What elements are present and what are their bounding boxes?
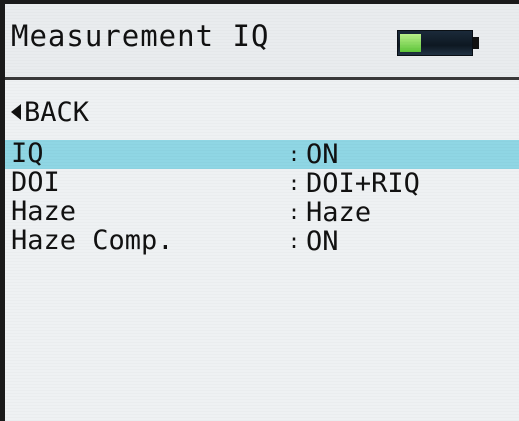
menu-item-haze[interactable]: Haze : Haze: [5, 196, 519, 228]
separator-colon: :: [288, 200, 301, 224]
separator-colon: :: [288, 229, 301, 253]
back-label: BACK: [24, 97, 90, 128]
menu-item-label: DOI: [11, 167, 60, 198]
battery-level-fill: [400, 34, 421, 52]
battery-tip: [473, 37, 479, 49]
menu-item-value: : ON: [288, 226, 339, 257]
separator-colon: :: [288, 142, 301, 166]
device-screen: Measurement IQ BACK IQ : ON DOI : DOI+RIQ …: [5, 4, 519, 421]
menu-item-iq[interactable]: IQ : ON: [5, 138, 519, 170]
menu-item-value-text: ON: [306, 139, 339, 170]
header-bar: Measurement IQ: [5, 4, 519, 80]
menu-item-label: Haze Comp.: [11, 225, 174, 256]
menu-item-label: Haze: [11, 196, 77, 227]
menu-item-value-text: DOI+RIQ: [306, 168, 420, 199]
menu-item-label: IQ: [11, 138, 44, 169]
menu-item-doi[interactable]: DOI : DOI+RIQ: [5, 167, 519, 199]
battery-body: [397, 30, 473, 56]
menu-item-value: : DOI+RIQ: [288, 168, 420, 199]
menu-item-value-text: Haze: [306, 197, 372, 228]
battery-icon: [397, 30, 479, 56]
menu-item-value-text: ON: [306, 226, 339, 257]
settings-menu: IQ : ON DOI : DOI+RIQ Haze : Haze Haze Comp…: [5, 138, 519, 257]
back-button[interactable]: BACK: [11, 98, 89, 128]
menu-item-value: : ON: [288, 139, 339, 170]
left-triangle-icon: [11, 104, 21, 120]
page-title: Measurement IQ: [11, 19, 270, 53]
separator-colon: :: [288, 171, 301, 195]
menu-item-haze-comp[interactable]: Haze Comp. : ON: [5, 225, 519, 257]
menu-item-value: : Haze: [288, 197, 371, 228]
